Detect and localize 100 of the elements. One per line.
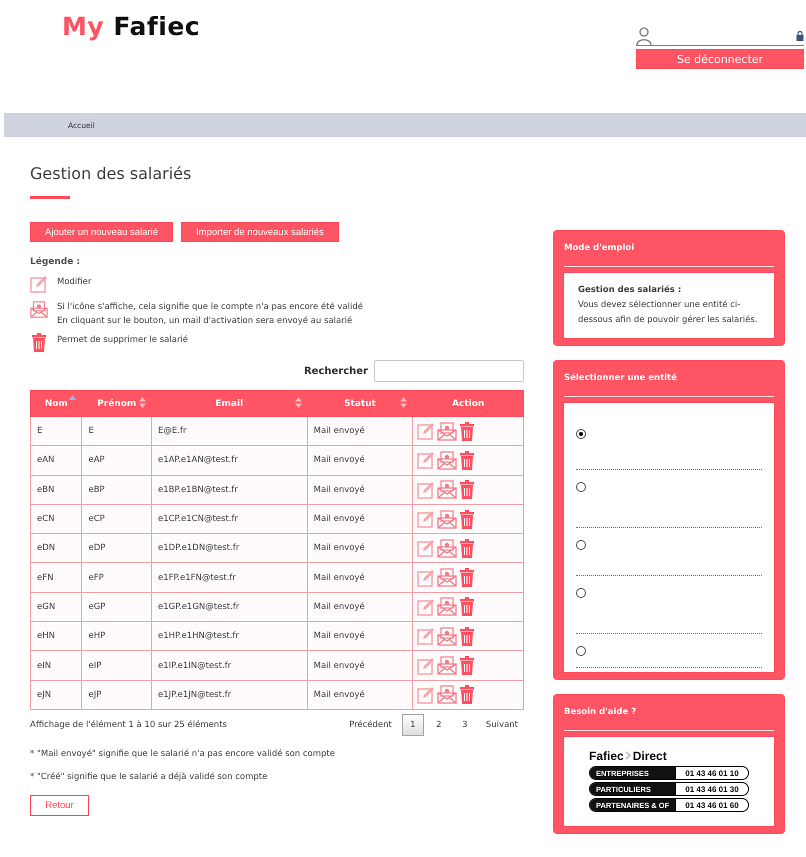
trash-icon[interactable] [459, 568, 476, 588]
envelope-icon[interactable] [437, 422, 458, 441]
table-cell: eDN [30, 534, 82, 563]
logout-button[interactable]: Se déconnecter [636, 49, 804, 69]
envelope-icon[interactable] [437, 597, 458, 616]
footnote: * "Créé" signifie que le salarié a déjà validé son compte [30, 772, 268, 782]
table-cell: eBP [82, 475, 152, 504]
table-cell: eCP [82, 504, 152, 534]
search-label: Rechercher [304, 366, 368, 376]
radio-button[interactable] [576, 646, 586, 656]
trash-icon[interactable] [459, 538, 476, 558]
edit-icon[interactable] [417, 539, 436, 558]
edit-icon[interactable] [417, 656, 436, 675]
radio-button[interactable] [576, 482, 586, 492]
page-button[interactable]: 1 [402, 714, 424, 736]
table-cell: eGN [30, 592, 82, 622]
envelope-icon [30, 300, 48, 319]
user-field[interactable] [636, 26, 804, 46]
action-button[interactable]: Importer de nouveaux salariés [181, 222, 339, 242]
next-link[interactable]: Suivant [480, 720, 524, 730]
panel-title: Besoin d'aide ? [564, 694, 774, 731]
edit-icon[interactable] [417, 598, 436, 616]
envelope-icon[interactable] [437, 568, 458, 588]
edit-icon[interactable] [417, 627, 436, 646]
table-cell: E [82, 416, 152, 446]
trash-icon[interactable] [459, 510, 476, 529]
table-cell: Mail envoyé [307, 446, 413, 476]
brand-logo: Fafiec Direct [589, 749, 668, 764]
envelope-icon[interactable] [437, 480, 458, 500]
table-cell: eDP [82, 534, 152, 563]
search-field[interactable] [374, 360, 524, 382]
radio-button[interactable] [576, 588, 586, 598]
legend-text: Si l'icône s'affiche, cela signifie que le compte n'a pas encore été validé [57, 302, 363, 312]
envelope-icon[interactable] [437, 685, 458, 704]
trash-icon[interactable] [459, 656, 476, 676]
table-cell: Mail envoyé [307, 534, 413, 563]
edit-icon[interactable] [417, 480, 436, 499]
legend-text: En cliquant sur le bouton, un mail d'activation sera envoyé au salarié [57, 316, 354, 326]
table-cell: e1CP.e1CN@test.fr [151, 504, 308, 534]
table-cell: Mail envoyé [307, 592, 413, 622]
table-cell: Mail envoyé [307, 504, 413, 534]
table-cell: e1HP.e1HN@test.fr [151, 622, 308, 651]
table-cell: e1DP.e1DN@test.fr [151, 534, 308, 563]
edit-icon[interactable] [417, 422, 436, 440]
edit-icon[interactable] [417, 510, 436, 528]
table-cell: eCN [30, 504, 82, 534]
trash-icon[interactable] [459, 597, 476, 616]
logo: My Fafiec [62, 12, 200, 43]
table-cell: eFP [82, 562, 152, 592]
help-heading: Gestion des salariés : [578, 284, 682, 297]
table-cell: Mail envoyé [307, 650, 413, 680]
edit-icon [30, 275, 48, 293]
envelope-icon[interactable] [437, 626, 458, 646]
legend-title: Légende : [30, 257, 82, 267]
table-cell: Mail envoyé [307, 680, 413, 710]
envelope-icon[interactable] [437, 538, 458, 558]
table-cell: e1GP.e1GN@test.fr [151, 592, 308, 622]
user-icon [636, 26, 652, 44]
back-button[interactable]: Retour [30, 794, 89, 816]
table-cell: eHP [82, 622, 152, 651]
envelope-icon[interactable] [437, 656, 458, 676]
column-header[interactable]: Nom [30, 390, 82, 416]
table-cell: eIP [82, 650, 152, 680]
table-cell: eBN [30, 475, 82, 504]
table-cell: eJN [30, 680, 82, 710]
column-header[interactable]: Prénom [82, 390, 152, 416]
edit-icon[interactable] [417, 451, 436, 470]
edit-icon[interactable] [417, 686, 436, 704]
table-info: Affichage de l'élément 1 à 10 sur 25 éléments [30, 720, 227, 730]
page-button[interactable]: 2 [428, 714, 450, 736]
trash-icon[interactable] [459, 450, 476, 470]
column-header: Action [412, 390, 524, 416]
table-cell: eJP [82, 680, 152, 710]
panel-title: Mode d'emploi [564, 230, 774, 267]
table-cell: eGP [82, 592, 152, 622]
radio-button[interactable] [576, 540, 586, 550]
table-cell: eIN [30, 650, 82, 680]
sort-ascending-icon [69, 395, 76, 400]
trash-icon[interactable] [459, 422, 476, 441]
table-cell: Mail envoyé [307, 622, 413, 651]
column-header[interactable]: Statut [307, 390, 413, 416]
help-text: Vous devez sélectionner une entité ci-dessous afin de pouvoir gérer les salariés. [578, 299, 758, 327]
table-cell: e1AP.e1AN@test.fr [151, 446, 308, 476]
page-button[interactable]: 3 [454, 714, 476, 736]
edit-icon[interactable] [417, 568, 436, 587]
envelope-icon[interactable] [437, 510, 458, 529]
table-cell: eHN [30, 622, 82, 651]
action-button[interactable]: Ajouter un nouveau salarié [30, 222, 174, 242]
trash-icon[interactable] [459, 626, 476, 646]
table-cell: eAN [30, 446, 82, 476]
trash-icon [31, 333, 47, 352]
previous-link[interactable]: Précédent [343, 720, 398, 730]
table-cell: Mail envoyé [307, 475, 413, 504]
envelope-icon[interactable] [437, 450, 458, 470]
table-cell: Mail envoyé [307, 416, 413, 446]
trash-icon[interactable] [459, 480, 476, 500]
trash-icon[interactable] [459, 685, 476, 704]
table-cell: eFN [30, 562, 82, 592]
column-header[interactable]: Email [151, 390, 308, 416]
radio-button[interactable] [576, 429, 586, 439]
